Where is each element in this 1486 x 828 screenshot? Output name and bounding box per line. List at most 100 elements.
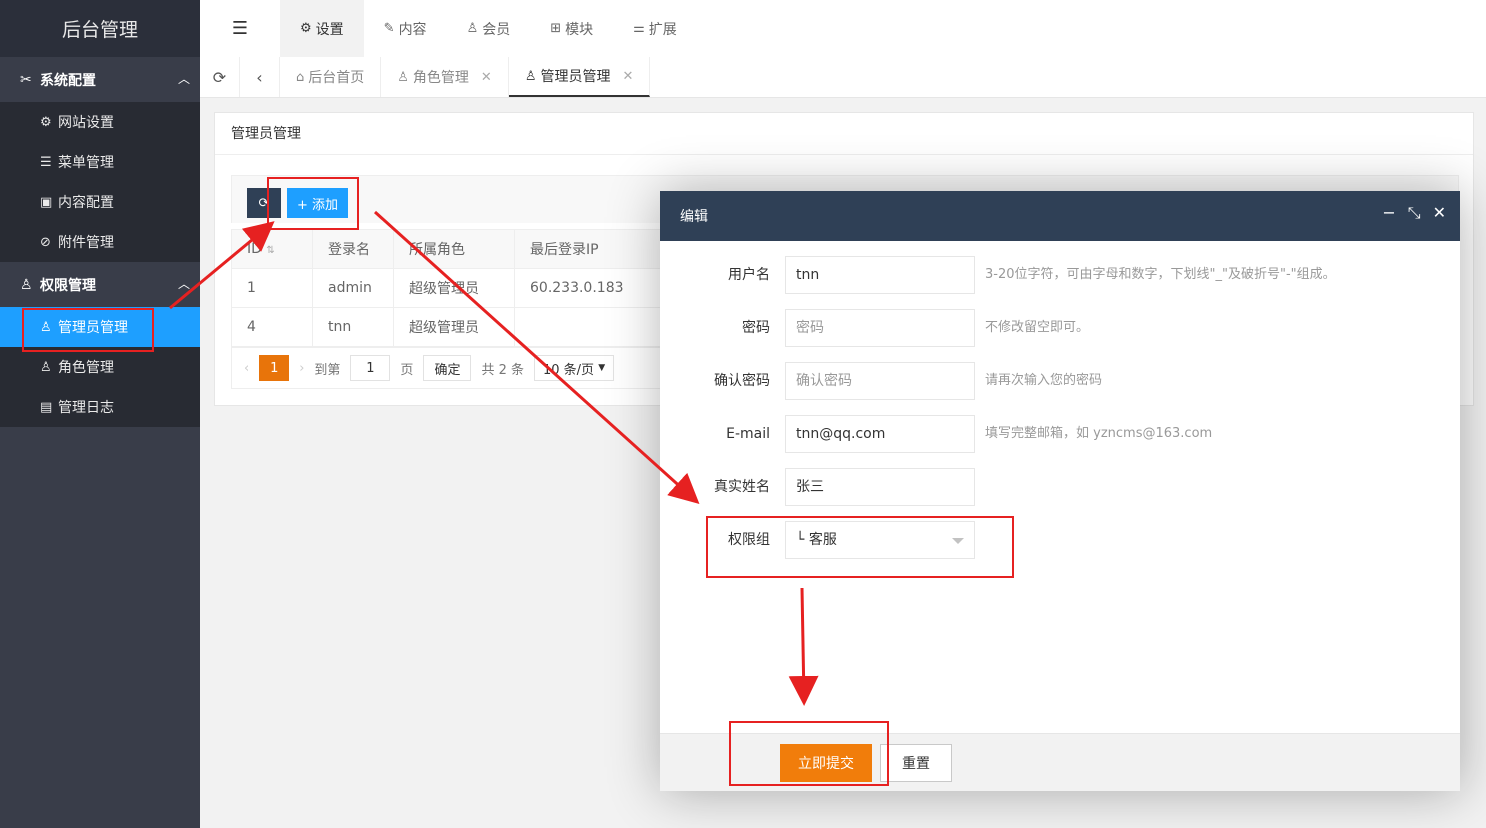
- field-label: 用户名: [728, 267, 770, 283]
- dropdown-icon: ▼: [598, 363, 606, 373]
- sidebar-group-label: 权限管理: [40, 277, 96, 294]
- user-icon: ♙: [20, 276, 33, 293]
- sidebar-item-admin-log[interactable]: ▤ 管理日志: [0, 387, 200, 427]
- grid-icon: ⊞: [550, 21, 562, 36]
- minimize-icon[interactable]: −: [1382, 203, 1395, 223]
- sidebar-submenu-system: ⚙ 网站设置 ☰ 菜单管理 ▣ 内容配置 ⊘ 附件管理: [0, 102, 200, 262]
- field-label: 真实姓名: [714, 479, 770, 495]
- realname-field[interactable]: 张三: [785, 468, 975, 506]
- page-input[interactable]: 1: [350, 355, 391, 381]
- top-nav-content[interactable]: ✎ 内容: [364, 0, 447, 57]
- sidebar-item-label: 内容配置: [58, 195, 114, 211]
- menu-toggle-icon[interactable]: ☰: [200, 0, 280, 57]
- top-nav-members[interactable]: ♙ 会员: [447, 0, 531, 57]
- reset-button[interactable]: 重置: [880, 744, 952, 782]
- restore-icon[interactable]: ⤡: [1408, 203, 1421, 223]
- field-tip: 填写完整邮箱，如 yzncms@163.com: [985, 426, 1213, 441]
- field-tip: 不修改留空即可。: [985, 320, 1090, 335]
- close-icon[interactable]: ✕: [622, 69, 633, 84]
- sidebar-item-site-settings[interactable]: ⚙ 网站设置: [0, 102, 200, 142]
- dialog-title: 编辑: [680, 209, 708, 225]
- table-cell: 超级管理员: [393, 307, 515, 347]
- form-row-username: 用户名 tnn 3-20位字符，可由字母和数字，下划线"_"及破折号"-"组成。: [660, 256, 1460, 294]
- top-nav-label: 模块: [565, 21, 594, 38]
- gear-icon: ⚙: [40, 114, 52, 130]
- close-icon[interactable]: ✕: [481, 70, 492, 85]
- table-cell: 1: [231, 268, 313, 308]
- field-tip: 请再次输入您的密码: [985, 373, 1103, 388]
- field-label: E-mail: [726, 426, 770, 442]
- sidebar-item-attachments[interactable]: ⊘ 附件管理: [0, 222, 200, 262]
- top-nav-label: 扩展: [648, 21, 677, 38]
- sidebar: 后台管理 ✂ 系统配置 ︿ ⚙ 网站设置 ☰ 菜单管理 ▣ 内容配置 ⊘ 附件管…: [0, 0, 200, 828]
- app-logo: 后台管理: [0, 0, 200, 57]
- document-icon: ▣: [40, 194, 53, 210]
- sidebar-item-content-config[interactable]: ▣ 内容配置: [0, 182, 200, 222]
- chevron-left-icon[interactable]: ‹: [240, 57, 280, 97]
- top-nav-settings[interactable]: ⚙ 设置: [280, 0, 364, 57]
- tab-label: 管理员管理: [540, 69, 611, 85]
- annotation-box-sidebar: [22, 308, 154, 352]
- confirm-password-field[interactable]: 确认密码: [785, 362, 975, 400]
- close-icon[interactable]: ✕: [1433, 203, 1446, 223]
- goto-confirm-button[interactable]: 确定: [423, 355, 472, 381]
- current-page[interactable]: 1: [259, 355, 290, 381]
- tab-label: 角色管理: [412, 70, 469, 86]
- home-icon: ⌂: [296, 69, 305, 85]
- chevron-up-icon: ︿: [177, 72, 190, 86]
- edit-dialog: 编辑 − ⤡ ✕ 用户名 tnn 3-20位字符，可由字母和数字，下划线"_"及…: [660, 191, 1460, 791]
- page-size-select[interactable]: 10 条/页 ▼: [534, 355, 615, 381]
- tools-icon: ✂: [20, 71, 32, 88]
- annotation-box-submit: [729, 721, 889, 786]
- refresh-icon[interactable]: ⟳: [200, 57, 240, 97]
- annotation-box-add: [267, 177, 359, 230]
- user-icon: ♙: [40, 359, 52, 375]
- sidebar-item-role-manage[interactable]: ♙ 角色管理: [0, 347, 200, 387]
- username-field[interactable]: tnn: [785, 256, 975, 294]
- next-page-icon[interactable]: ›: [299, 361, 304, 376]
- sidebar-item-label: 网站设置: [58, 115, 114, 131]
- column-header-id[interactable]: ID ⇅: [231, 229, 313, 269]
- sidebar-item-menu-manage[interactable]: ☰ 菜单管理: [0, 142, 200, 182]
- goto-label: 到第: [314, 362, 341, 378]
- annotation-box-role-group: [706, 516, 1014, 578]
- form-row-confirm-password: 确认密码 确认密码 请再次输入您的密码: [660, 362, 1460, 400]
- total-count: 共 2 条: [481, 362, 524, 378]
- sidebar-group-system[interactable]: ✂ 系统配置 ︿: [0, 57, 200, 102]
- table-cell: 4: [231, 307, 313, 347]
- sidebar-group-label: 系统配置: [40, 72, 96, 89]
- sidebar-item-label: 角色管理: [58, 360, 114, 376]
- user-icon: ♙: [524, 68, 537, 84]
- table-cell: tnn: [312, 307, 394, 347]
- top-bar: ☰ ⚙ 设置 ✎ 内容 ♙ 会员 ⊞ 模块 ⚌ 扩展: [200, 0, 1486, 57]
- tab-admin-manage[interactable]: ♙ 管理员管理 ✕: [508, 57, 651, 97]
- top-nav-label: 设置: [315, 21, 344, 38]
- form-row-password: 密码 密码 不修改留空即可。: [660, 309, 1460, 347]
- table-cell: 超级管理员: [393, 268, 515, 308]
- prev-page-icon[interactable]: ‹: [244, 361, 249, 376]
- sidebar-item-label: 管理日志: [58, 400, 114, 416]
- tab-role-manage[interactable]: ♙ 角色管理 ✕: [381, 57, 509, 97]
- top-nav: ⚙ 设置 ✎ 内容 ♙ 会员 ⊞ 模块 ⚌ 扩展: [280, 0, 697, 57]
- top-nav-modules[interactable]: ⊞ 模块: [530, 0, 613, 57]
- log-icon: ▤: [40, 399, 53, 415]
- gear-icon: ⚙: [300, 21, 312, 36]
- form-row-realname: 真实姓名 张三: [660, 468, 1460, 506]
- tab-label: 后台首页: [308, 70, 365, 86]
- field-label: 密码: [742, 320, 770, 336]
- page-label: 页: [400, 362, 414, 378]
- sort-icon[interactable]: ⇅: [266, 245, 274, 256]
- top-nav-extensions[interactable]: ⚌ 扩展: [613, 0, 697, 57]
- paperclip-icon: ⊘: [40, 234, 51, 250]
- tab-home[interactable]: ⌂ 后台首页: [280, 57, 382, 97]
- sidebar-group-permissions[interactable]: ♙ 权限管理 ︿: [0, 262, 200, 307]
- email-field[interactable]: tnn@qq.com: [785, 415, 975, 453]
- form-row-email: E-mail tnn@qq.com 填写完整邮箱，如 yzncms@163.co…: [660, 415, 1460, 453]
- sidebar-item-label: 菜单管理: [58, 155, 114, 171]
- password-field[interactable]: 密码: [785, 309, 975, 347]
- column-header-role: 所属角色: [393, 229, 515, 269]
- dialog-header: 编辑 − ⤡ ✕: [660, 191, 1460, 241]
- sidebar-item-label: 附件管理: [58, 235, 114, 251]
- dialog-controls: − ⤡ ✕: [1382, 203, 1446, 223]
- user-icon: ♙: [397, 69, 409, 85]
